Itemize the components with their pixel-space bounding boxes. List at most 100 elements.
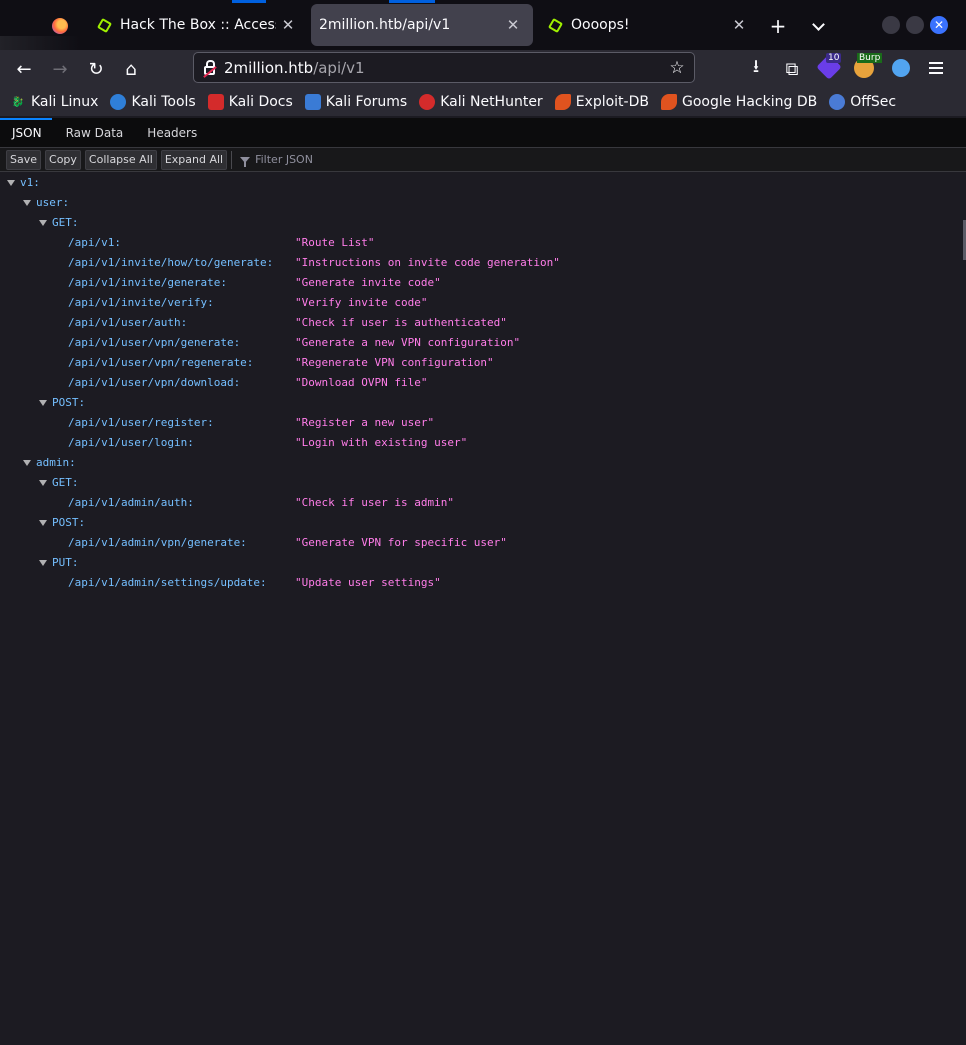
home-button[interactable]: ⌂ bbox=[115, 53, 147, 85]
json-key: admin: bbox=[36, 456, 76, 469]
tree-row-admin-get[interactable]: GET: bbox=[0, 473, 966, 493]
bookmark-label: Exploit-DB bbox=[575, 94, 649, 110]
json-viewer-toolbar: Save Copy Collapse All Expand All Filter… bbox=[0, 148, 966, 172]
kali-forums-icon bbox=[304, 94, 321, 110]
htb-cube-icon bbox=[547, 17, 563, 33]
tab-headers[interactable]: Headers bbox=[133, 118, 207, 148]
bookmark-kali-forums[interactable]: Kali Forums bbox=[304, 94, 407, 110]
table-row[interactable]: /api/v1: "Route List" bbox=[0, 233, 966, 253]
tab-label: 2million.htb/api/v1 bbox=[319, 17, 451, 33]
table-row[interactable]: /api/v1/invite/verify: "Verify invite co… bbox=[0, 293, 966, 313]
copy-button[interactable]: Copy bbox=[45, 149, 81, 170]
expand-triangle-icon[interactable] bbox=[39, 520, 47, 526]
extensions-button[interactable]: ⧉ bbox=[776, 53, 808, 85]
json-value: "Check if user is authenticated" bbox=[295, 316, 507, 329]
tab-hack-the-box[interactable]: Hack The Box :: Access ✕ bbox=[86, 0, 308, 46]
tree-row-user-get[interactable]: GET: bbox=[0, 213, 966, 233]
new-tab-button[interactable]: + bbox=[764, 12, 792, 40]
ghdb-icon bbox=[660, 94, 677, 110]
bookmark-kali-nethunter[interactable]: Kali NetHunter bbox=[419, 94, 543, 110]
table-row[interactable]: /api/v1/user/auth: "Check if user is aut… bbox=[0, 313, 966, 333]
bookmark-star-icon[interactable]: ☆ bbox=[666, 57, 688, 79]
filter-placeholder: Filter JSON bbox=[255, 153, 313, 166]
exploit-db-icon bbox=[554, 94, 571, 110]
table-row[interactable]: /api/v1/user/vpn/generate: "Generate a n… bbox=[0, 333, 966, 353]
bookmark-google-hacking-db[interactable]: Google Hacking DB bbox=[660, 94, 817, 110]
toolbar-divider bbox=[231, 150, 233, 169]
downloads-button[interactable]: ⭳ bbox=[740, 53, 772, 85]
json-value: "Regenerate VPN configuration" bbox=[295, 356, 494, 369]
json-key: POST: bbox=[52, 516, 86, 529]
insecure-lock-icon[interactable] bbox=[194, 59, 224, 75]
list-all-tabs-button[interactable] bbox=[804, 12, 832, 40]
back-button[interactable]: ← bbox=[8, 53, 40, 85]
tab-raw-data[interactable]: Raw Data bbox=[52, 118, 134, 148]
close-tab-icon[interactable]: ✕ bbox=[727, 13, 751, 37]
table-row[interactable]: /api/v1/admin/vpn/generate: "Generate VP… bbox=[0, 533, 966, 553]
tab-indicator bbox=[389, 0, 435, 3]
tree-row-user[interactable]: user: bbox=[0, 193, 966, 213]
bookmark-exploit-db[interactable]: Exploit-DB bbox=[554, 94, 649, 110]
expand-triangle-icon[interactable] bbox=[23, 200, 31, 206]
json-key: PUT: bbox=[52, 556, 79, 569]
table-row[interactable]: /api/v1/admin/settings/update: "Update u… bbox=[0, 573, 966, 593]
table-row[interactable]: /api/v1/admin/auth: "Check if user is ad… bbox=[0, 493, 966, 513]
bookmark-offsec[interactable]: OffSec bbox=[829, 94, 896, 110]
json-key: /api/v1/user/auth: bbox=[68, 316, 188, 329]
save-button[interactable]: Save bbox=[6, 149, 42, 170]
table-row[interactable]: /api/v1/user/login: "Login with existing… bbox=[0, 433, 966, 453]
table-row[interactable]: /api/v1/invite/how/to/generate: "Instruc… bbox=[0, 253, 966, 273]
table-row[interactable]: /api/v1/user/vpn/regenerate: "Regenerate… bbox=[0, 353, 966, 373]
tree-row-user-post[interactable]: POST: bbox=[0, 393, 966, 413]
tree-row-admin[interactable]: admin: bbox=[0, 453, 966, 473]
json-value: "Update user settings" bbox=[295, 576, 441, 589]
kali-tools-icon bbox=[110, 94, 127, 110]
tab-api-v1[interactable]: 2million.htb/api/v1 ✕ bbox=[311, 0, 533, 46]
table-row[interactable]: /api/v1/user/register: "Register a new u… bbox=[0, 413, 966, 433]
table-row[interactable]: /api/v1/user/vpn/download: "Download OVP… bbox=[0, 373, 966, 393]
filter-json-input[interactable]: Filter JSON bbox=[240, 153, 313, 167]
tree-row-admin-put[interactable]: PUT: bbox=[0, 553, 966, 573]
chevron-down-icon bbox=[811, 17, 825, 31]
url-bar[interactable]: 2million.htb/api/v1 ☆ bbox=[193, 52, 695, 83]
bookmark-kali-tools[interactable]: Kali Tools bbox=[110, 94, 196, 110]
kali-dragon-icon: 🐉 bbox=[11, 96, 25, 108]
bookmark-kali-docs[interactable]: Kali Docs bbox=[207, 94, 293, 110]
expand-triangle-icon[interactable] bbox=[39, 220, 47, 226]
firefox-view-button[interactable] bbox=[42, 8, 78, 44]
json-key: POST: bbox=[52, 396, 86, 409]
forward-button[interactable]: → bbox=[44, 53, 76, 85]
expand-triangle-icon[interactable] bbox=[39, 400, 47, 406]
json-value: "Instructions on invite code generation" bbox=[295, 256, 560, 269]
bookmark-label: Kali Docs bbox=[228, 94, 293, 110]
tree-row-v1[interactable]: v1: bbox=[0, 173, 966, 193]
json-value: "Register a new user" bbox=[295, 416, 435, 429]
minimize-window-button[interactable] bbox=[882, 16, 900, 34]
htb-cube-icon bbox=[96, 17, 112, 33]
json-key: GET: bbox=[52, 476, 79, 489]
expand-triangle-icon[interactable] bbox=[23, 460, 31, 466]
maximize-window-button[interactable] bbox=[906, 16, 924, 34]
bookmark-label: Kali NetHunter bbox=[440, 94, 543, 110]
bookmarks-toolbar: 🐉 Kali Linux Kali Tools Kali Docs Kali Fo… bbox=[0, 88, 966, 116]
bookmark-label: Kali Tools bbox=[131, 94, 196, 110]
json-value: "Generate a new VPN configuration" bbox=[295, 336, 521, 349]
tab-oooops[interactable]: Oooops! ✕ bbox=[537, 4, 759, 46]
table-row[interactable]: /api/v1/invite/generate: "Generate invit… bbox=[0, 273, 966, 293]
expand-triangle-icon[interactable] bbox=[39, 560, 47, 566]
close-tab-icon[interactable]: ✕ bbox=[276, 13, 300, 37]
close-tab-icon[interactable]: ✕ bbox=[501, 13, 525, 37]
close-window-button[interactable]: ✕ bbox=[930, 16, 948, 34]
bookmark-kali-linux[interactable]: 🐉 Kali Linux bbox=[10, 94, 99, 110]
extension-badge-count: 10 bbox=[826, 53, 842, 63]
expand-triangle-icon[interactable] bbox=[7, 180, 15, 186]
hamburger-menu-icon[interactable] bbox=[929, 62, 943, 74]
json-key: /api/v1/admin/auth: bbox=[68, 496, 194, 509]
expand-triangle-icon[interactable] bbox=[39, 480, 47, 486]
tab-json[interactable]: JSON bbox=[0, 118, 52, 148]
reload-button[interactable]: ↻ bbox=[80, 53, 112, 85]
expand-all-button[interactable]: Expand All bbox=[160, 149, 228, 170]
tree-row-admin-post[interactable]: POST: bbox=[0, 513, 966, 533]
collapse-all-button[interactable]: Collapse All bbox=[84, 149, 157, 170]
extension-blue-icon[interactable] bbox=[892, 59, 910, 77]
